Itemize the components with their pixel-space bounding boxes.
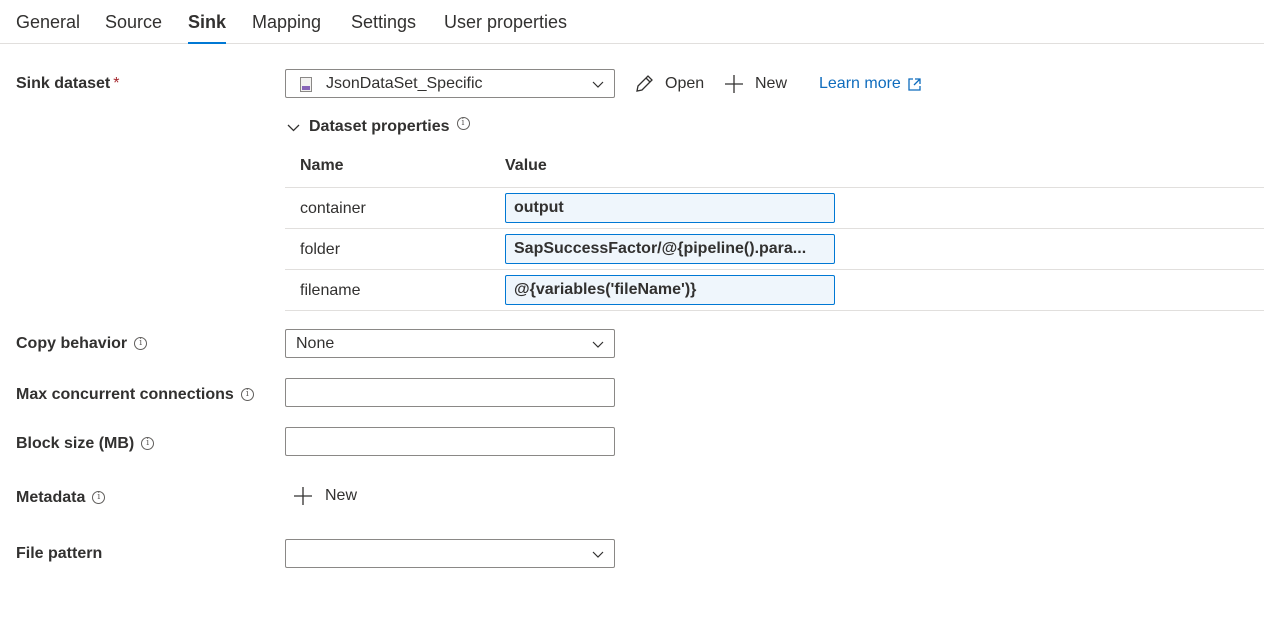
open-button[interactable]: Open xyxy=(633,70,704,98)
info-icon[interactable]: i xyxy=(456,116,470,130)
chevron-down-icon xyxy=(287,124,300,131)
block-size-label: Block size (MB) i xyxy=(16,435,155,453)
max-concurrent-label: Max concurrent connections i xyxy=(16,386,254,404)
block-size-input[interactable] xyxy=(285,427,615,456)
param-value-filename[interactable]: @{variables('fileName')} xyxy=(505,275,835,305)
param-name-filename: filename xyxy=(300,282,361,299)
param-value-folder[interactable]: SapSuccessFactor/@{pipeline().para... xyxy=(505,234,835,264)
new-dataset-button[interactable]: New xyxy=(723,70,787,98)
new-label: New xyxy=(755,75,788,92)
param-name-folder: folder xyxy=(300,241,341,258)
sink-dataset-label: Sink dataset * xyxy=(16,75,120,92)
row-divider xyxy=(285,228,1264,229)
chevron-down-icon xyxy=(592,81,604,88)
info-icon[interactable]: i xyxy=(134,337,148,350)
info-icon[interactable]: i xyxy=(92,491,106,504)
pencil-icon xyxy=(636,75,653,92)
chevron-down-icon xyxy=(592,551,604,558)
copy-behavior-select[interactable]: None xyxy=(285,329,615,358)
open-label: Open xyxy=(665,75,705,92)
tab-user-properties[interactable]: User properties xyxy=(444,12,567,44)
add-metadata-button[interactable]: New xyxy=(293,486,357,506)
row-divider xyxy=(285,269,1264,270)
external-link-icon xyxy=(908,77,921,91)
row-divider xyxy=(285,187,1264,188)
tab-bar: General Source Sink Mapping Settings Use… xyxy=(0,0,1264,44)
copy-behavior-value: None xyxy=(296,335,335,352)
metadata-label: Metadata i xyxy=(16,489,106,507)
sink-dataset-value: JsonDataSet_Specific xyxy=(326,75,483,92)
tab-settings[interactable]: Settings xyxy=(351,12,416,44)
column-header-value: Value xyxy=(505,157,547,174)
tab-general[interactable]: General xyxy=(16,12,80,44)
dataset-properties-toggle[interactable]: Dataset properties i xyxy=(287,116,470,136)
sink-dataset-select[interactable]: JsonDataSet_Specific xyxy=(285,69,615,98)
dataset-properties-title: Dataset properties xyxy=(309,118,450,135)
info-icon[interactable]: i xyxy=(240,388,254,401)
learn-more-label: Learn more xyxy=(819,75,901,92)
tab-mapping[interactable]: Mapping xyxy=(252,12,321,44)
param-name-container: container xyxy=(300,200,366,217)
learn-more-link[interactable]: Learn more xyxy=(819,75,922,93)
tab-source[interactable]: Source xyxy=(105,12,162,44)
json-dataset-icon xyxy=(300,77,312,92)
max-concurrent-input[interactable] xyxy=(285,378,615,407)
metadata-new-label: New xyxy=(325,487,358,504)
tab-sink[interactable]: Sink xyxy=(188,12,227,44)
info-icon[interactable]: i xyxy=(141,437,155,450)
row-divider xyxy=(285,310,1264,311)
chevron-down-icon xyxy=(592,341,604,348)
plus-icon xyxy=(294,487,312,505)
param-value-container[interactable]: output xyxy=(505,193,835,223)
column-header-name: Name xyxy=(300,157,344,174)
file-pattern-label: File pattern xyxy=(16,545,103,562)
required-mark: * xyxy=(113,75,120,92)
copy-behavior-label: Copy behavior i xyxy=(16,335,148,353)
file-pattern-select[interactable] xyxy=(285,539,615,568)
plus-icon xyxy=(725,75,743,93)
